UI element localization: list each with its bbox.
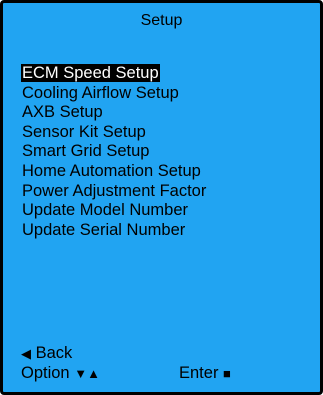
menu-item-label: Update Serial Number — [22, 220, 186, 239]
menu-item-smart-grid-setup[interactable]: Smart Grid Setup — [21, 142, 207, 162]
menu-item-label: Update Model Number — [22, 201, 188, 220]
menu-item-axb-setup[interactable]: AXB Setup — [21, 103, 207, 123]
screen-title: Setup — [140, 12, 183, 29]
down-triangle-icon: ▼ — [74, 366, 88, 381]
menu-item-update-model-number[interactable]: Update Model Number — [21, 201, 207, 221]
menu-item-cooling-airflow-setup[interactable]: Cooling Airflow Setup — [21, 84, 207, 104]
back-label: Back — [35, 344, 73, 362]
option-label: Option — [21, 364, 70, 382]
menu-item-label: ECM Speed Setup — [21, 64, 160, 82]
enter-button[interactable]: Enter ■ — [179, 364, 231, 383]
menu-item-update-serial-number[interactable]: Update Serial Number — [21, 221, 207, 241]
left-triangle-icon: ◀ — [21, 346, 31, 361]
menu-item-label: Smart Grid Setup — [22, 142, 150, 161]
up-triangle-icon: ▲ — [87, 366, 100, 381]
option-hint[interactable]: Option ▼▲ — [21, 364, 100, 383]
square-icon: ■ — [223, 366, 231, 381]
back-button[interactable]: ◀ Back — [21, 344, 72, 363]
menu-item-sensor-kit-setup[interactable]: Sensor Kit Setup — [21, 123, 207, 143]
menu-item-power-adjustment-factor[interactable]: Power Adjustment Factor — [21, 182, 207, 202]
enter-label: Enter — [179, 364, 219, 382]
thermostat-screen: Setup ECM Speed Setup Cooling Airflow Se… — [0, 0, 323, 395]
menu-item-label: Power Adjustment Factor — [22, 181, 207, 200]
menu-item-ecm-speed-setup[interactable]: ECM Speed Setup — [21, 64, 207, 84]
menu-item-home-automation-setup[interactable]: Home Automation Setup — [21, 162, 207, 182]
menu-item-label: AXB Setup — [22, 103, 103, 122]
menu-item-label: Sensor Kit Setup — [22, 122, 146, 141]
setup-menu: ECM Speed Setup Cooling Airflow Setup AX… — [21, 64, 207, 240]
menu-item-label: Home Automation Setup — [22, 161, 201, 180]
menu-item-label: Cooling Airflow Setup — [22, 83, 179, 102]
